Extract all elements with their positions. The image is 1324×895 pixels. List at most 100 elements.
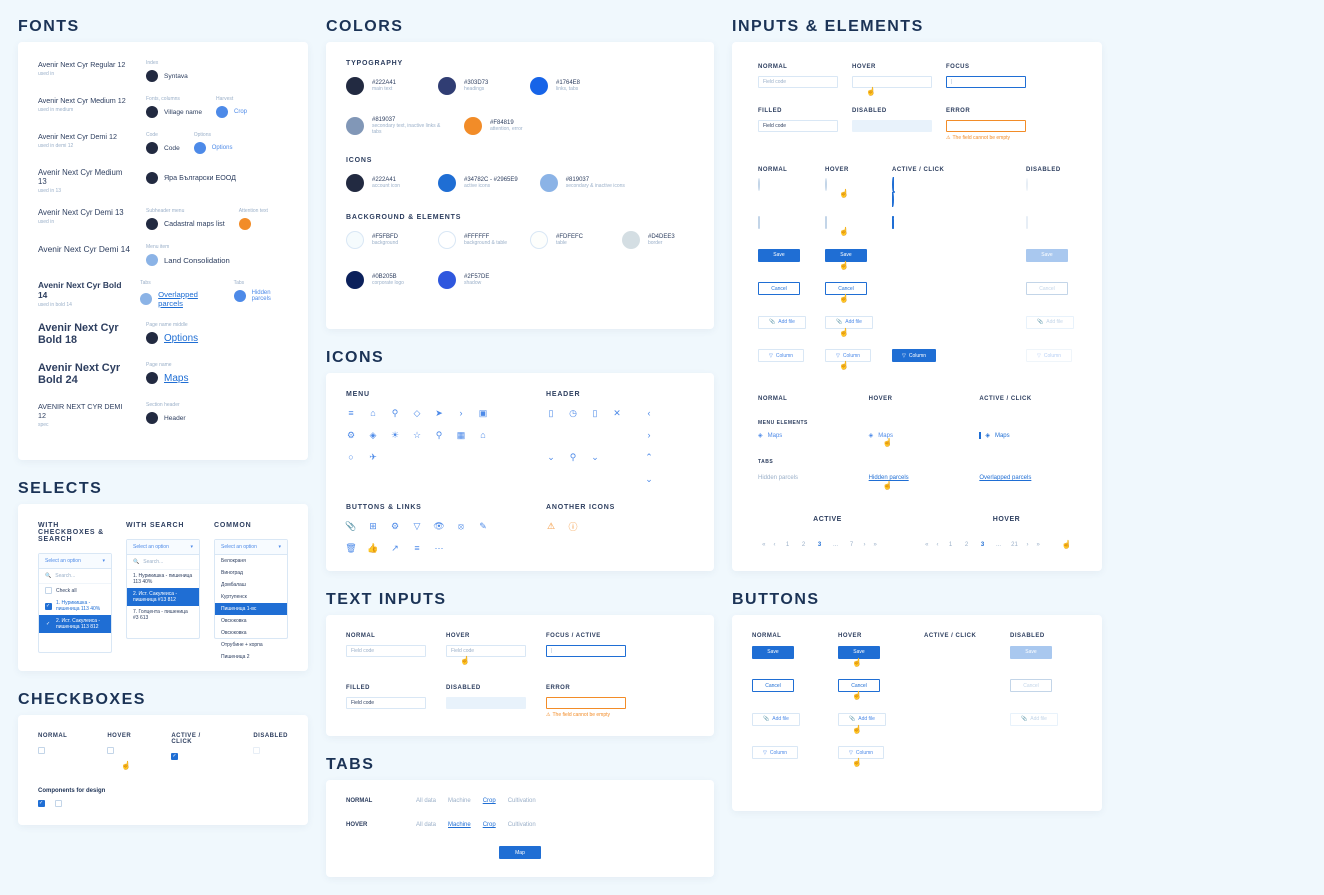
save-button[interactable]: Save xyxy=(752,646,794,659)
pg[interactable]: 7 xyxy=(848,542,856,548)
radio-on[interactable] xyxy=(892,177,945,207)
addfile-button[interactable]: 📎Add file xyxy=(838,713,886,726)
cursor-icon: ☝ xyxy=(852,691,910,700)
text-input-filled[interactable]: Field code xyxy=(346,697,426,709)
input-disabled xyxy=(852,120,932,132)
checkbox-checked[interactable] xyxy=(171,753,178,760)
plus-square-icon: ⊞ xyxy=(368,521,378,531)
buttons-card: NORMALSave HOVERSave☝ ACTIVE / CLICK DIS… xyxy=(732,615,1102,811)
text-input[interactable]: Field code xyxy=(346,645,426,657)
select-search[interactable]: Select an option▾ 🔍Search... 1. Нурикишк… xyxy=(126,539,200,639)
input-filled[interactable]: Field code xyxy=(758,120,838,132)
h: NORMAL xyxy=(758,167,811,173)
checkbox-checked[interactable] xyxy=(38,800,45,807)
checkboxes-heading: CHECKBOXES xyxy=(18,691,308,709)
addfile-button[interactable]: 📎Add file xyxy=(825,316,873,329)
tab-alldata[interactable]: All data xyxy=(416,822,436,828)
next-icon[interactable]: › xyxy=(864,542,866,548)
pg-current[interactable]: 3 xyxy=(816,542,824,548)
input[interactable]: Field code xyxy=(758,76,838,88)
tab-overlapped[interactable]: Overlapped parcels xyxy=(979,475,1031,481)
lbl: Add file xyxy=(1046,319,1063,325)
select-common-label: COMMON xyxy=(214,522,288,529)
prev-icon[interactable]: ‹ xyxy=(937,542,939,548)
pg[interactable]: 2 xyxy=(800,542,808,548)
select-common[interactable]: Select an option▾ Белокраня Виноград Дом… xyxy=(214,539,288,639)
pagination[interactable]: «‹ 123...21 ›» ☝ xyxy=(925,541,1072,549)
addfile-button[interactable]: 📎Add file xyxy=(752,713,800,726)
checkbox[interactable] xyxy=(758,216,760,229)
tabs-heading: TABS xyxy=(326,756,714,774)
filter-icon: ▽ xyxy=(836,353,840,359)
column-button[interactable]: ▽Column xyxy=(758,349,804,362)
clip-icon: 📎 xyxy=(769,319,775,325)
last-icon[interactable]: » xyxy=(874,542,877,548)
tab-cultivation[interactable]: Cultivation xyxy=(508,822,536,828)
column-button-active[interactable]: ▽Column xyxy=(892,349,936,362)
sun-icon: ☀ xyxy=(390,430,400,440)
tab-machine[interactable]: Machine xyxy=(448,798,471,804)
pg[interactable]: 2 xyxy=(963,542,971,548)
h: HOVER xyxy=(825,167,878,173)
column-button[interactable]: ▽Column xyxy=(752,746,798,759)
map-icon: ◈ xyxy=(758,432,763,439)
save-button[interactable]: Save xyxy=(838,646,880,659)
map-button[interactable]: Map xyxy=(499,846,541,859)
cancel-button[interactable]: Cancel xyxy=(758,282,800,295)
radio[interactable] xyxy=(758,178,760,191)
checkbox[interactable] xyxy=(55,800,62,807)
err: The field cannot be empty xyxy=(952,135,1010,141)
next-icon[interactable]: › xyxy=(1027,542,1029,548)
first-icon[interactable]: « xyxy=(925,542,928,548)
lbl: Add file xyxy=(858,716,875,722)
pg[interactable]: 1 xyxy=(784,542,792,548)
checkbox[interactable] xyxy=(38,747,45,754)
tab-alldata[interactable]: All data xyxy=(416,798,436,804)
h: DISABLED xyxy=(1010,633,1082,639)
tabs-hover-label: HOVER xyxy=(346,822,396,828)
checkbox-on[interactable] xyxy=(892,216,894,229)
pg-current[interactable]: 3 xyxy=(979,542,987,548)
bg-colors-label: BACKGROUND & ELEMENTS xyxy=(346,214,694,221)
tab-crop[interactable]: Crop xyxy=(483,798,496,804)
select-search: Search... xyxy=(55,573,75,579)
tab-crop[interactable]: Crop xyxy=(483,822,496,828)
checkbox[interactable] xyxy=(107,747,114,754)
lbl: Add file xyxy=(772,716,789,722)
first-icon[interactable]: « xyxy=(762,542,765,548)
circle-icon: ○ xyxy=(346,452,356,462)
chevron-down-icon: ⌄ xyxy=(590,452,600,462)
ie-filled: FILLED xyxy=(758,108,838,114)
tab-machine[interactable]: Machine xyxy=(448,822,471,828)
ti-normal: NORMAL xyxy=(346,633,426,639)
pg[interactable]: 21 xyxy=(1011,542,1019,548)
gear-icon: ⚙ xyxy=(390,521,400,531)
save-button[interactable]: Save xyxy=(758,249,800,262)
pg[interactable]: 1 xyxy=(947,542,955,548)
prev-icon[interactable]: ‹ xyxy=(774,542,776,548)
text-input-error[interactable] xyxy=(546,697,626,709)
menu-maps[interactable]: ◈ Maps xyxy=(758,432,855,439)
last-icon[interactable]: » xyxy=(1037,542,1040,548)
menu-maps-active[interactable]: ◈Maps xyxy=(979,432,1076,439)
text-input-focus[interactable]: | xyxy=(546,645,626,657)
select-checkboxes[interactable]: Select an option▾ 🔍Search... Check all 1… xyxy=(38,553,112,653)
clip-icon: 📎 xyxy=(346,521,356,531)
cursor-icon: ☝ xyxy=(883,481,966,490)
cancel-button[interactable]: Cancel xyxy=(752,679,794,692)
addfile-button[interactable]: 📎Add file xyxy=(758,316,806,329)
checkbox[interactable] xyxy=(825,216,827,229)
input[interactable]: | xyxy=(946,76,1026,88)
input-error[interactable] xyxy=(946,120,1026,132)
radio[interactable] xyxy=(825,178,827,191)
info-icon: ⓘ xyxy=(568,521,578,531)
tabs-label: TABS xyxy=(758,459,855,465)
tab-cultivation[interactable]: Cultivation xyxy=(508,798,536,804)
pagination[interactable]: «‹ 123...7 ›» xyxy=(762,541,877,549)
ti-error: ERROR xyxy=(546,685,626,691)
lbl: Maps xyxy=(768,433,783,439)
grid-icon: ▦ xyxy=(456,430,466,440)
tab-hidden[interactable]: Hidden parcels xyxy=(758,475,798,481)
filter-icon: ▽ xyxy=(849,750,853,756)
save-button[interactable]: Save xyxy=(825,249,867,262)
